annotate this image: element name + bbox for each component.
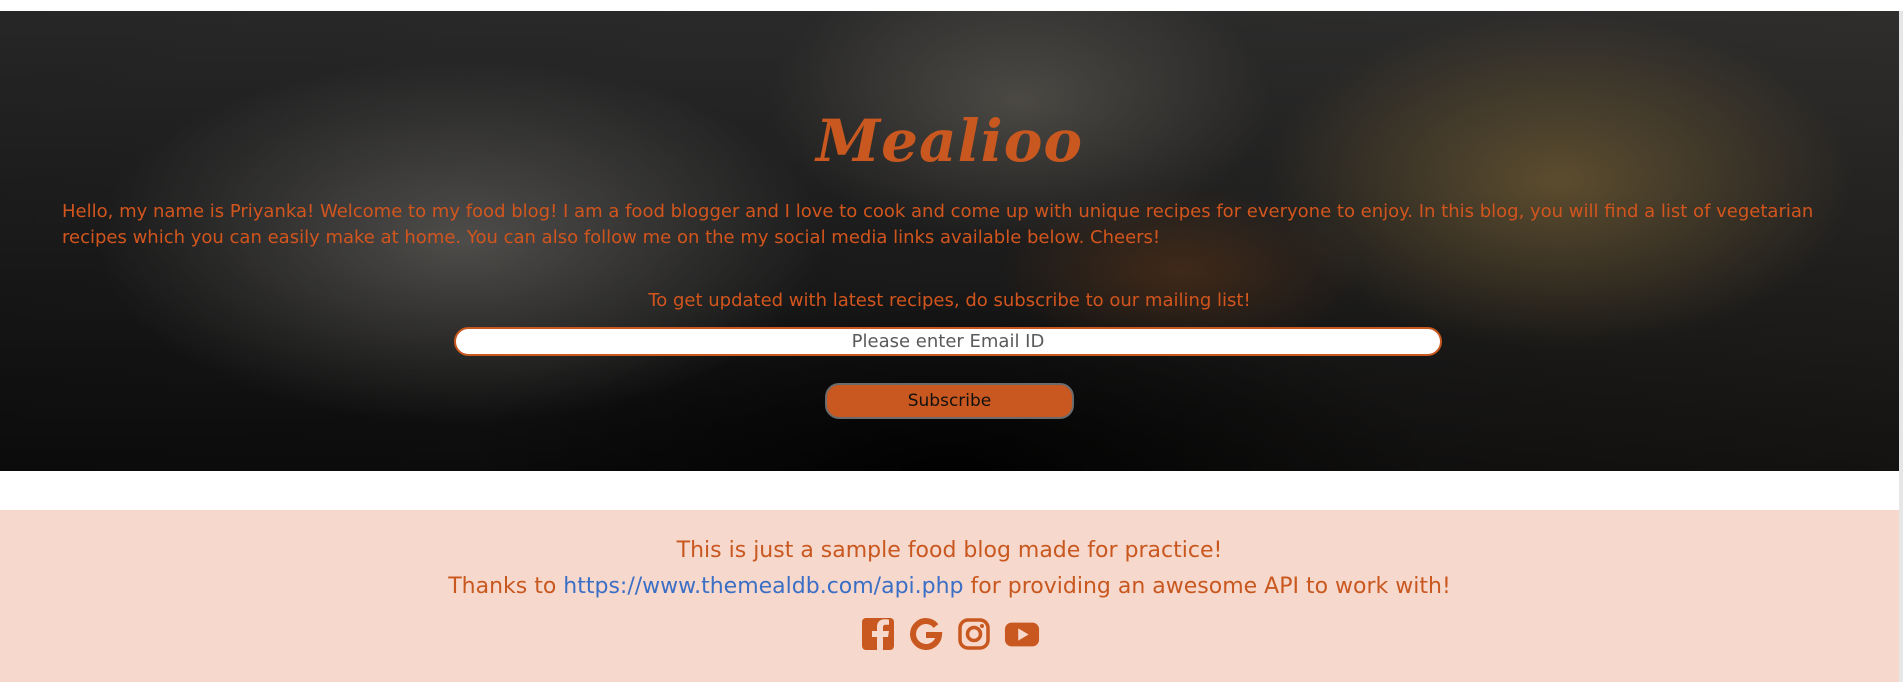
instagram-icon[interactable] xyxy=(956,616,992,652)
credits-suffix: for providing an awesome API to work wit… xyxy=(970,574,1451,599)
credits-prefix: Thanks to xyxy=(448,574,557,599)
subscribe-button[interactable]: Subscribe xyxy=(825,383,1074,419)
social-links xyxy=(0,616,1899,652)
youtube-icon[interactable] xyxy=(1004,616,1040,652)
hero-banner: Mealioo Hello, my name is Priyanka! Welc… xyxy=(0,11,1899,471)
footer: This is just a sample food blog made for… xyxy=(0,510,1899,682)
footer-credits: Thanks to https://www.themealdb.com/api.… xyxy=(0,574,1899,599)
api-link[interactable]: https://www.themealdb.com/api.php xyxy=(563,574,963,599)
site-logo: Mealioo xyxy=(815,107,1084,175)
footer-note: This is just a sample food blog made for… xyxy=(676,538,1223,563)
scrollbar[interactable] xyxy=(1899,11,1903,682)
google-icon[interactable] xyxy=(908,616,944,652)
subscribe-prompt: To get updated with latest recipes, do s… xyxy=(648,290,1251,311)
facebook-icon[interactable] xyxy=(860,616,896,652)
intro-text: Hello, my name is Priyanka! Welcome to m… xyxy=(62,201,1814,248)
email-input[interactable] xyxy=(454,327,1442,356)
